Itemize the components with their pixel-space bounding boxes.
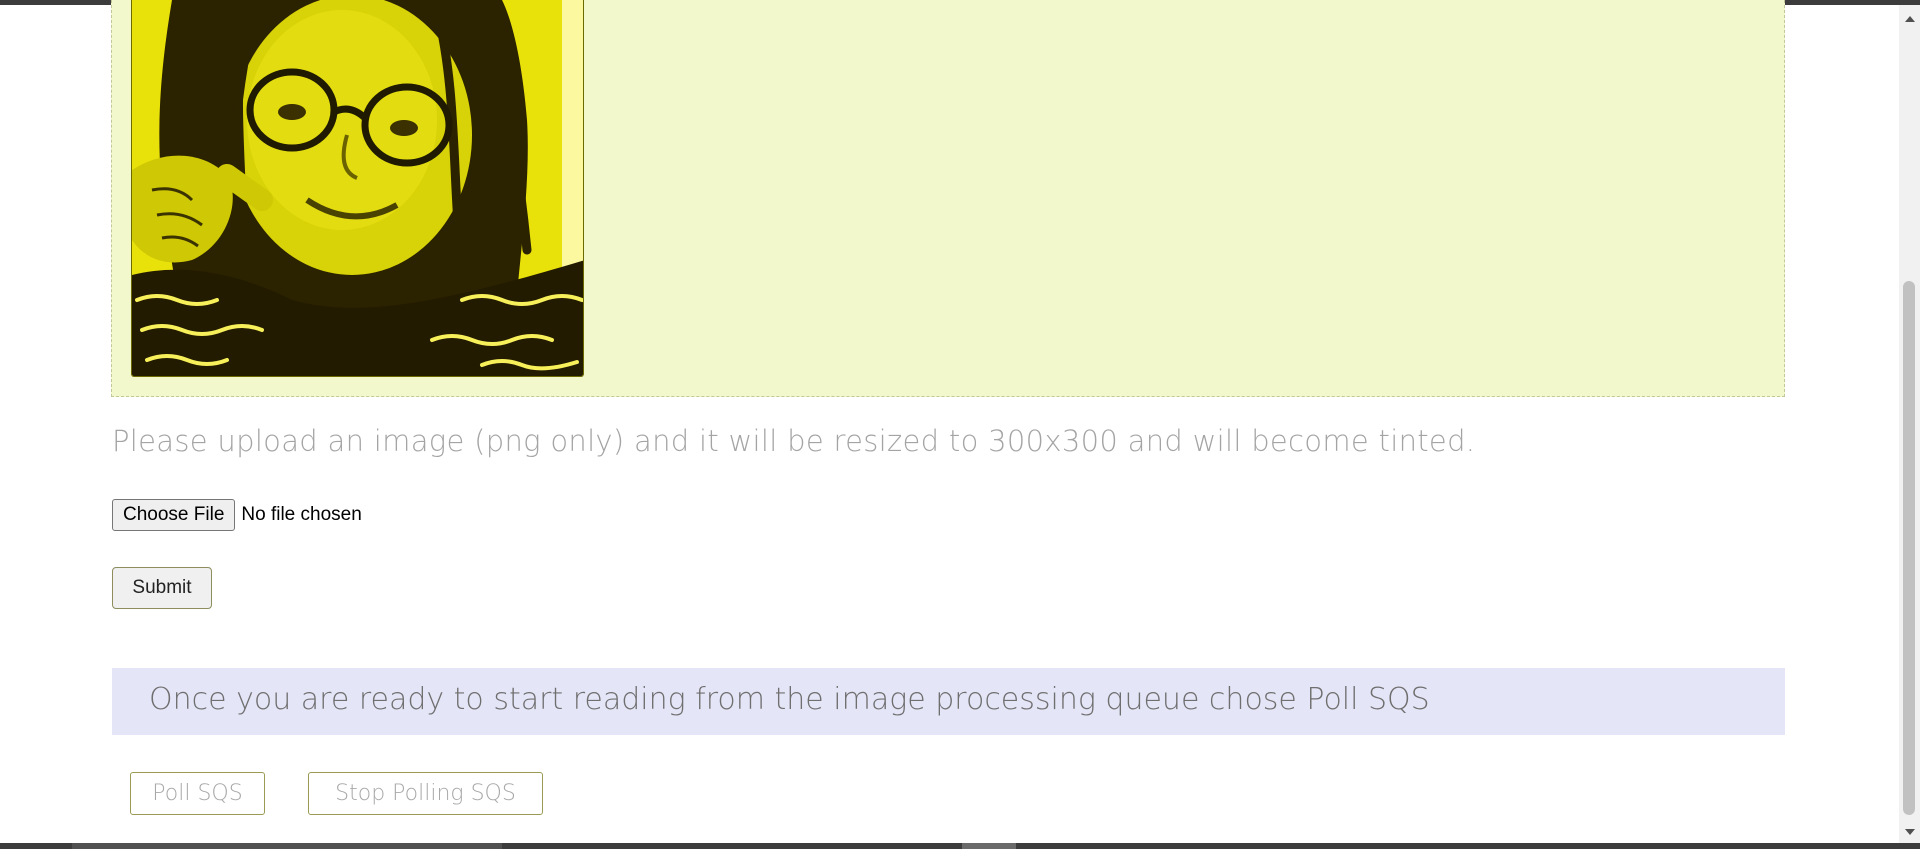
taskbar-segment: [72, 843, 502, 849]
file-status-text: No file chosen: [241, 504, 362, 525]
scroll-up-arrow-icon[interactable]: [1899, 10, 1920, 27]
vertical-scrollbar[interactable]: [1899, 5, 1920, 843]
file-input[interactable]: Choose File No file chosen: [112, 499, 362, 531]
choose-file-button[interactable]: Choose File: [112, 499, 236, 531]
submit-button[interactable]: Submit: [112, 567, 212, 609]
taskbar-segment: [962, 843, 1016, 849]
scroll-down-arrow-icon[interactable]: [1899, 823, 1920, 840]
scrollbar-thumb[interactable]: [1903, 281, 1915, 815]
tinted-image-preview-area: [111, 0, 1785, 397]
poll-sqs-button[interactable]: Poll SQS: [130, 772, 265, 815]
window-bottom-edge: [0, 843, 1920, 849]
tinted-portrait-image: [131, 0, 584, 377]
page-content: Please upload an image (png only) and it…: [0, 0, 1899, 843]
poll-instructions-text: Once you are ready to start reading from…: [149, 682, 1430, 717]
poll-instructions-banner: Once you are ready to start reading from…: [112, 668, 1785, 735]
upload-instructions: Please upload an image (png only) and it…: [112, 424, 1476, 458]
stop-polling-sqs-button[interactable]: Stop Polling SQS: [308, 772, 543, 815]
